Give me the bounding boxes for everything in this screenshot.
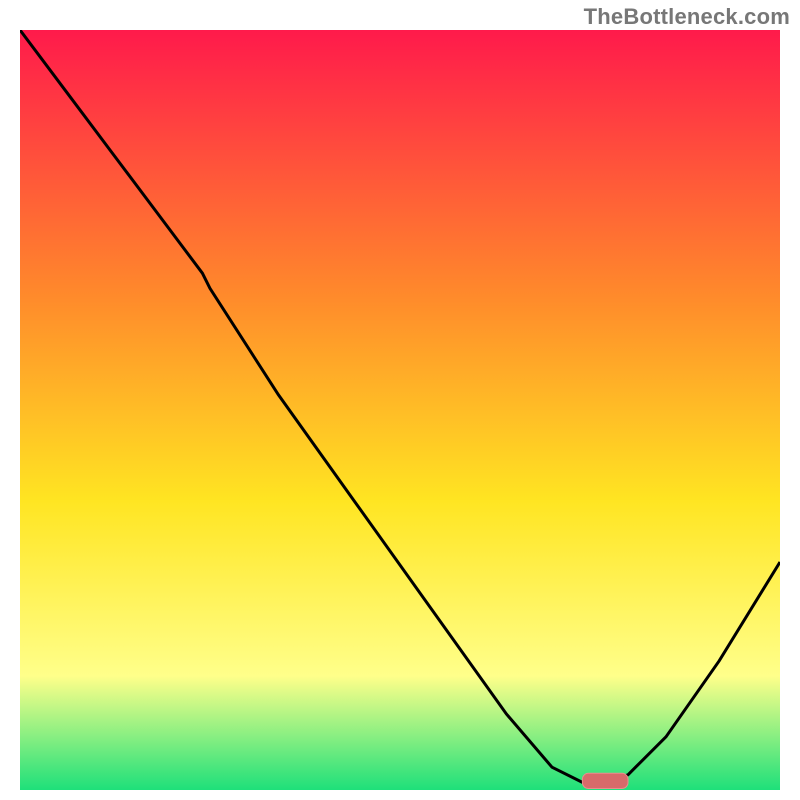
gradient-background — [20, 30, 780, 790]
chart-svg — [20, 30, 780, 790]
watermark-text: TheBottleneck.com — [584, 4, 790, 30]
optimum-marker — [582, 773, 628, 788]
plot-area — [20, 30, 780, 790]
chart-container: TheBottleneck.com — [0, 0, 800, 800]
